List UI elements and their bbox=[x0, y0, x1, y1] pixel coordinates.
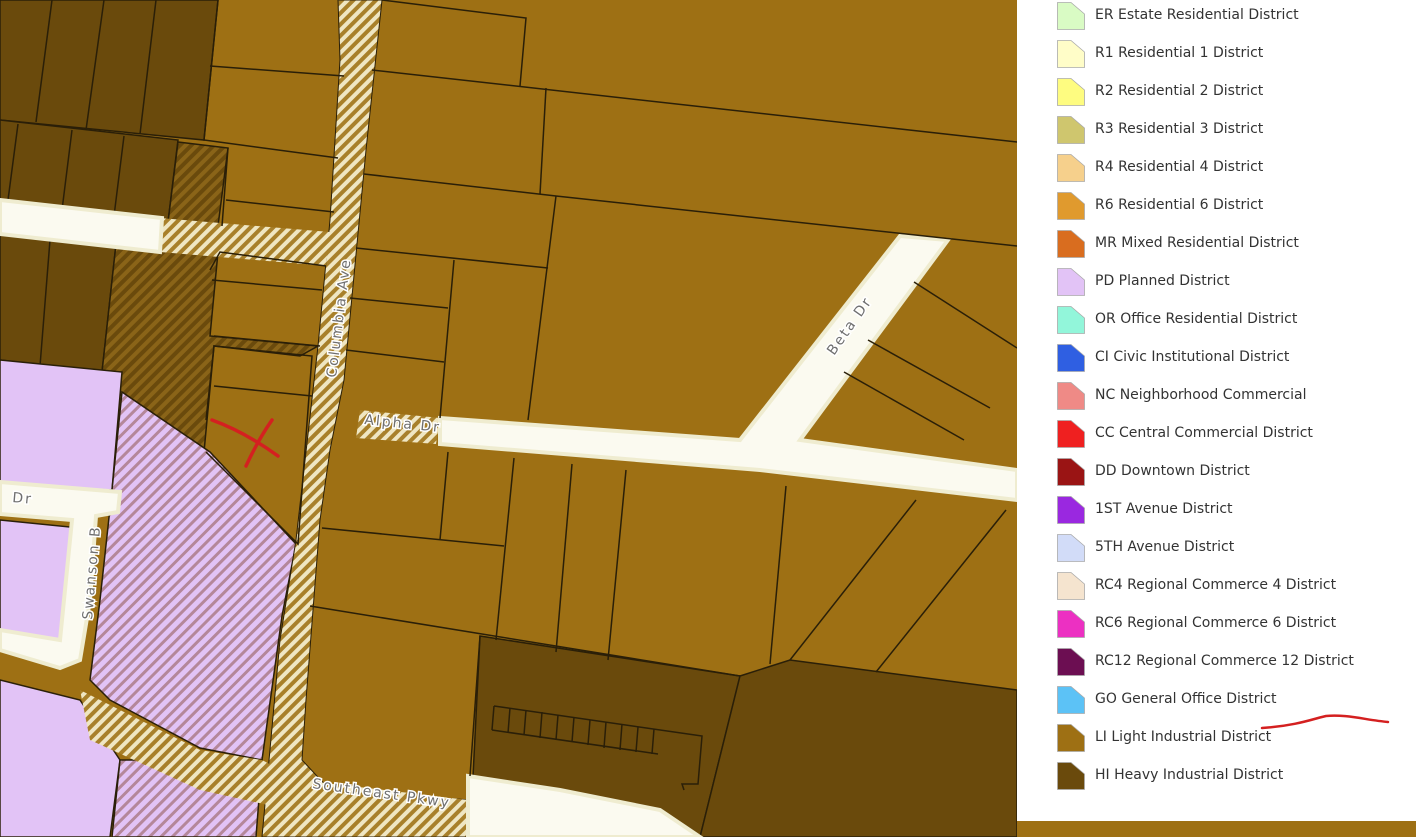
legend-label: HI Heavy Industrial District bbox=[1095, 767, 1284, 783]
legend-swatch bbox=[1057, 686, 1085, 714]
legend-label: RC12 Regional Commerce 12 District bbox=[1095, 653, 1354, 669]
legend-swatch bbox=[1057, 192, 1085, 220]
legend-item: ER Estate Residential District bbox=[1057, 2, 1407, 34]
legend-label: MR Mixed Residential District bbox=[1095, 235, 1299, 251]
legend-label: RC4 Regional Commerce 4 District bbox=[1095, 577, 1337, 593]
legend-label: NC Neighborhood Commercial bbox=[1095, 387, 1307, 403]
legend-swatch bbox=[1057, 762, 1085, 790]
legend-item: CI Civic Institutional District bbox=[1057, 344, 1407, 376]
legend-swatch bbox=[1057, 724, 1085, 752]
legend-label: R2 Residential 2 District bbox=[1095, 83, 1264, 99]
legend-item: R2 Residential 2 District bbox=[1057, 78, 1407, 110]
legend-swatch bbox=[1057, 496, 1085, 524]
street-label-dr: Dr bbox=[12, 490, 34, 508]
legend-item: R6 Residential 6 District bbox=[1057, 192, 1407, 224]
legend-swatch bbox=[1057, 268, 1085, 296]
legend-item: R1 Residential 1 District bbox=[1057, 40, 1407, 72]
legend-item: MR Mixed Residential District bbox=[1057, 230, 1407, 262]
legend-item: RC6 Regional Commerce 6 District bbox=[1057, 610, 1407, 642]
legend-label: R6 Residential 6 District bbox=[1095, 197, 1264, 213]
map-bottom-strip bbox=[1017, 821, 1416, 837]
legend-label: R1 Residential 1 District bbox=[1095, 45, 1264, 61]
legend-swatch bbox=[1057, 534, 1085, 562]
legend-item: R4 Residential 4 District bbox=[1057, 154, 1407, 186]
legend-swatch bbox=[1057, 306, 1085, 334]
legend-swatch bbox=[1057, 382, 1085, 410]
legend-item: OR Office Residential District bbox=[1057, 306, 1407, 338]
legend-swatch bbox=[1057, 154, 1085, 182]
legend-swatch bbox=[1057, 230, 1085, 258]
legend-swatch bbox=[1057, 344, 1085, 372]
legend-item: NC Neighborhood Commercial bbox=[1057, 382, 1407, 414]
legend-label: R3 Residential 3 District bbox=[1095, 121, 1264, 137]
legend-swatch bbox=[1057, 116, 1085, 144]
legend-item: R3 Residential 3 District bbox=[1057, 116, 1407, 148]
legend-swatch bbox=[1057, 2, 1085, 30]
legend-label: RC6 Regional Commerce 6 District bbox=[1095, 615, 1337, 631]
hi-hatched-zone bbox=[167, 141, 229, 227]
legend-label: CI Civic Institutional District bbox=[1095, 349, 1290, 365]
legend-label: LI Light Industrial District bbox=[1095, 729, 1272, 745]
legend-item: RC12 Regional Commerce 12 District bbox=[1057, 648, 1407, 680]
legend-swatch bbox=[1057, 648, 1085, 676]
annotation-underline bbox=[1260, 714, 1390, 730]
legend-label: 5TH Avenue District bbox=[1095, 539, 1235, 555]
legend-label: ER Estate Residential District bbox=[1095, 7, 1299, 23]
legend-item: RC4 Regional Commerce 4 District bbox=[1057, 572, 1407, 604]
pd-zone-west bbox=[0, 359, 123, 491]
legend-item: 1ST Avenue District bbox=[1057, 496, 1407, 528]
legend-label: 1ST Avenue District bbox=[1095, 501, 1233, 517]
legend-label: CC Central Commercial District bbox=[1095, 425, 1313, 441]
legend-swatch bbox=[1057, 610, 1085, 638]
legend-panel: ER Estate Residential District R1 Residen… bbox=[1017, 0, 1416, 821]
legend-swatch bbox=[1057, 572, 1085, 600]
legend-label: DD Downtown District bbox=[1095, 463, 1250, 479]
legend-label: GO General Office District bbox=[1095, 691, 1277, 707]
legend-swatch bbox=[1057, 40, 1085, 68]
legend-item: DD Downtown District bbox=[1057, 458, 1407, 490]
legend-label: R4 Residential 4 District bbox=[1095, 159, 1264, 175]
legend-label: PD Planned District bbox=[1095, 273, 1230, 289]
legend-swatch bbox=[1057, 458, 1085, 486]
legend-item: PD Planned District bbox=[1057, 268, 1407, 300]
legend-item: CC Central Commercial District bbox=[1057, 420, 1407, 452]
legend-item: HI Heavy Industrial District bbox=[1057, 762, 1407, 794]
legend-swatch bbox=[1057, 420, 1085, 448]
legend-swatch bbox=[1057, 78, 1085, 106]
legend-label: OR Office Residential District bbox=[1095, 311, 1298, 327]
legend-item: 5TH Avenue District bbox=[1057, 534, 1407, 566]
